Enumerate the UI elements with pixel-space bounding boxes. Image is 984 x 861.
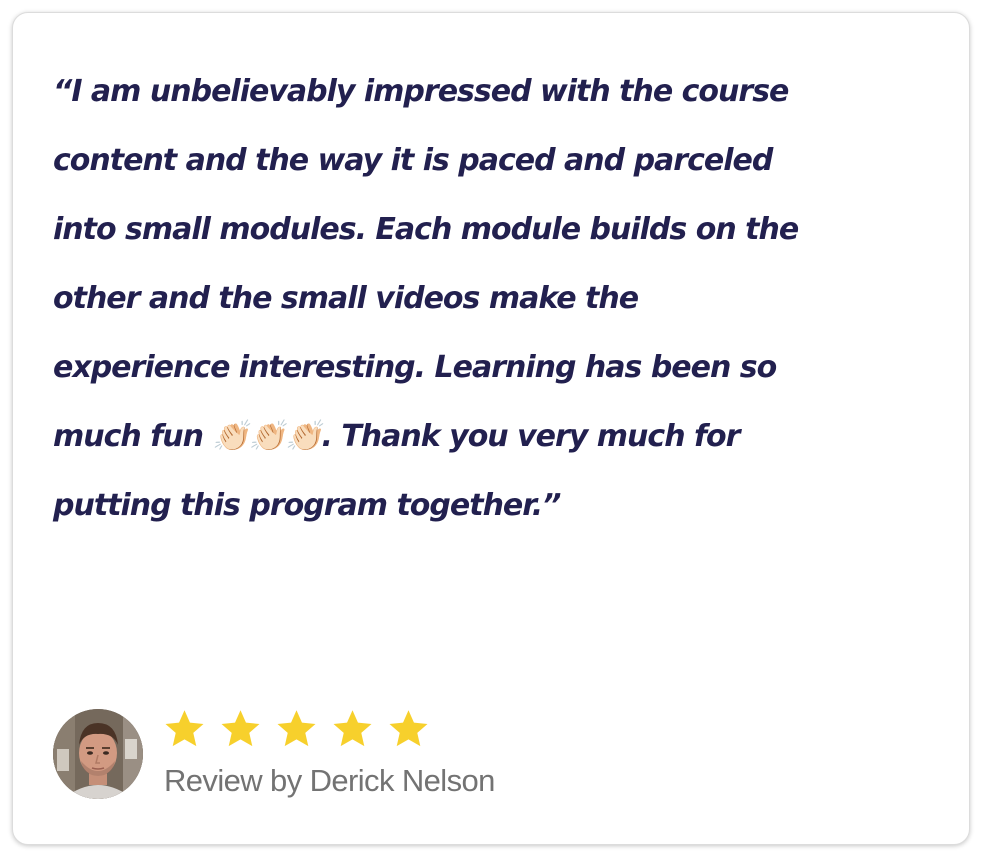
star-icon [333, 710, 372, 747]
testimonial-card: “I am unbelievably impressed with the co… [12, 12, 970, 845]
star-rating [163, 707, 430, 751]
reviewer-info: Review by Derick Nelson [53, 707, 653, 803]
reviewer-avatar [53, 709, 143, 799]
star-icon [389, 710, 428, 747]
star-icon [221, 710, 260, 747]
reviewer-name: Review by Derick Nelson [164, 763, 495, 798]
star-icon [277, 710, 316, 747]
reviewer-avatar-photo-icon [53, 709, 143, 799]
star-icon [165, 710, 204, 747]
testimonial-quote: “I am unbelievably impressed with the co… [53, 74, 799, 523]
